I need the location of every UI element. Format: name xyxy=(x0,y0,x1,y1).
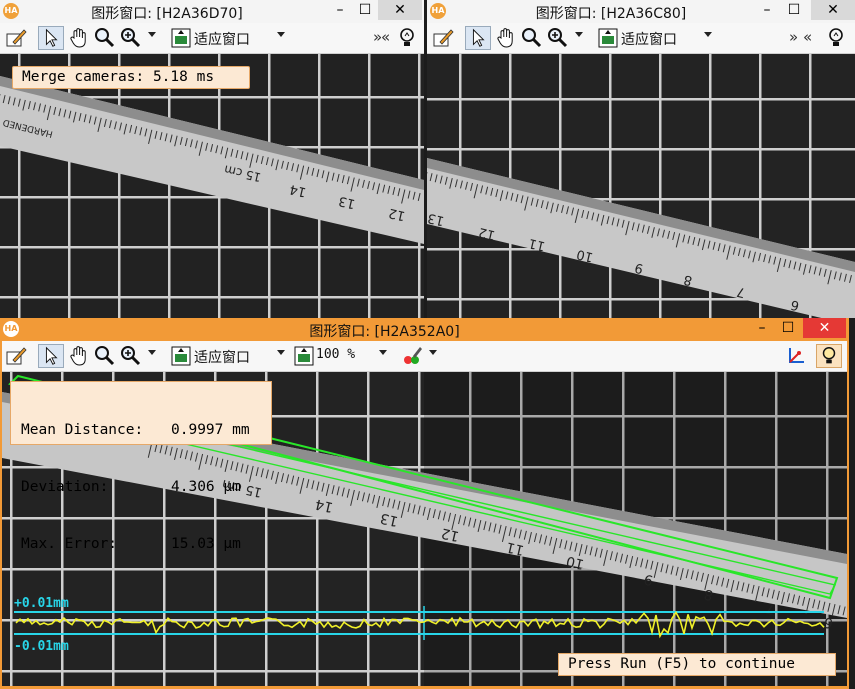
camera-image-top-left: HARDENED 15 cm 14 13 12 xyxy=(0,54,424,318)
stat-row: Max. Error: 15.03 µm xyxy=(21,536,241,552)
chevron-down-icon[interactable] xyxy=(277,350,285,355)
halcon-logo-icon: HA xyxy=(430,3,446,19)
zoom-in-icon[interactable] xyxy=(118,26,142,50)
chevron-down-icon[interactable] xyxy=(704,32,712,37)
stat-row: Deviation: 4.306 µm xyxy=(21,479,241,495)
fit-window-icon[interactable] xyxy=(169,344,193,368)
toolbar: 适应窗口 » « xyxy=(0,23,424,54)
graphics-window-top-right: HA 图形窗口: [H2A36C80] – ☐ ✕ 适应窗口 » « 13 12… xyxy=(427,0,855,318)
zoom-mode-label[interactable]: 适应窗口 xyxy=(194,29,250,49)
title-bar[interactable]: HA 图形窗口: [H2A352A0] – ☐ ✕ xyxy=(0,318,849,341)
maximize-button[interactable]: ☐ xyxy=(355,0,375,20)
zoom-mode-label[interactable]: 适应窗口 xyxy=(194,347,250,367)
maximize-button[interactable]: ☐ xyxy=(784,0,804,20)
chevron-down-icon[interactable] xyxy=(379,350,387,355)
minimize-button[interactable]: – xyxy=(752,318,772,338)
overflow-left-icon[interactable]: « xyxy=(803,28,812,46)
axes-icon[interactable] xyxy=(784,344,808,368)
magnify-icon[interactable] xyxy=(519,26,543,50)
minimize-button[interactable]: – xyxy=(757,0,777,20)
overflow-right-icon[interactable]: » xyxy=(789,28,798,46)
magnify-icon[interactable] xyxy=(92,26,116,50)
hand-icon[interactable] xyxy=(67,26,91,50)
camera-image-top-right: 13 12 11 10 9 8 7 6 xyxy=(427,54,855,318)
continue-hint-overlay: Press Run (F5) to continue xyxy=(558,653,836,676)
graphics-window-top-left: HA 图形窗口: [H2A36D70] – ☐ ✕ 适应窗口 » « HARDE… xyxy=(0,0,424,318)
zoom-in-icon[interactable] xyxy=(118,344,142,368)
bulb-icon[interactable] xyxy=(396,26,418,50)
overflow-left-icon[interactable]: « xyxy=(381,28,390,46)
hand-icon[interactable] xyxy=(67,344,91,368)
measurement-stats-panel: Mean Distance: 0.9997 mm Deviation: 4.306 … xyxy=(10,381,272,552)
pointer-icon[interactable] xyxy=(465,26,491,50)
window-title: 图形窗口: [H2A36C80] xyxy=(535,6,687,22)
image-canvas[interactable]: 13 12 11 10 9 8 7 6 xyxy=(427,54,855,318)
merge-cameras-overlay: Merge cameras: 5.18 ms xyxy=(12,66,250,89)
zoom-percent-icon[interactable] xyxy=(292,344,316,368)
bulb-icon[interactable] xyxy=(825,26,847,50)
close-button[interactable]: ✕ xyxy=(803,318,846,338)
zoom-in-icon[interactable] xyxy=(545,26,569,50)
maximize-button[interactable]: ☐ xyxy=(778,318,798,338)
toolbar: 适应窗口 » « xyxy=(427,23,855,54)
edit-icon[interactable] xyxy=(4,344,28,368)
chevron-down-icon[interactable] xyxy=(148,350,156,355)
graphics-window-main: HA 图形窗口: [H2A352A0] – ☐ ✕ 适应窗口 100 % 15 … xyxy=(0,318,849,689)
pointer-icon[interactable] xyxy=(38,26,64,50)
edit-icon[interactable] xyxy=(431,26,455,50)
window-title: 图形窗口: [H2A36D70] xyxy=(91,6,243,22)
toolbar: 适应窗口 100 % xyxy=(2,341,847,372)
close-button[interactable]: ✕ xyxy=(378,0,422,20)
bulb-icon[interactable] xyxy=(816,344,842,368)
stat-row: Mean Distance: 0.9997 mm xyxy=(21,422,250,438)
minimize-button[interactable]: – xyxy=(330,0,350,20)
color-picker-icon[interactable] xyxy=(400,344,424,368)
chevron-down-icon[interactable] xyxy=(148,32,156,37)
tolerance-lower-label: -0.01mm xyxy=(14,639,69,654)
window-title: 图形窗口: [H2A352A0] xyxy=(309,324,460,340)
zoom-mode-label[interactable]: 适应窗口 xyxy=(621,29,677,49)
tolerance-upper-label: +0.01mm xyxy=(14,596,69,611)
magnify-icon[interactable] xyxy=(92,344,116,368)
chevron-down-icon[interactable] xyxy=(277,32,285,37)
title-bar[interactable]: HA 图形窗口: [H2A36D70] – ☐ ✕ xyxy=(0,0,424,23)
chevron-down-icon[interactable] xyxy=(575,32,583,37)
hand-icon[interactable] xyxy=(494,26,518,50)
zoom-percent-label[interactable]: 100 % xyxy=(316,347,355,362)
title-bar[interactable]: HA 图形窗口: [H2A36C80] – ☐ ✕ xyxy=(427,0,855,23)
pointer-icon[interactable] xyxy=(38,344,64,368)
close-button[interactable]: ✕ xyxy=(811,0,855,20)
chevron-down-icon[interactable] xyxy=(429,350,437,355)
image-canvas[interactable]: 15 cm 14 13 12 11 10 9 8 7 6 +0.01mm -0.… xyxy=(2,372,847,686)
fit-window-icon[interactable] xyxy=(169,26,193,50)
edit-icon[interactable] xyxy=(4,26,28,50)
image-canvas[interactable]: HARDENED 15 cm 14 13 12 Merge cameras: 5… xyxy=(0,54,424,318)
fit-window-icon[interactable] xyxy=(596,26,620,50)
